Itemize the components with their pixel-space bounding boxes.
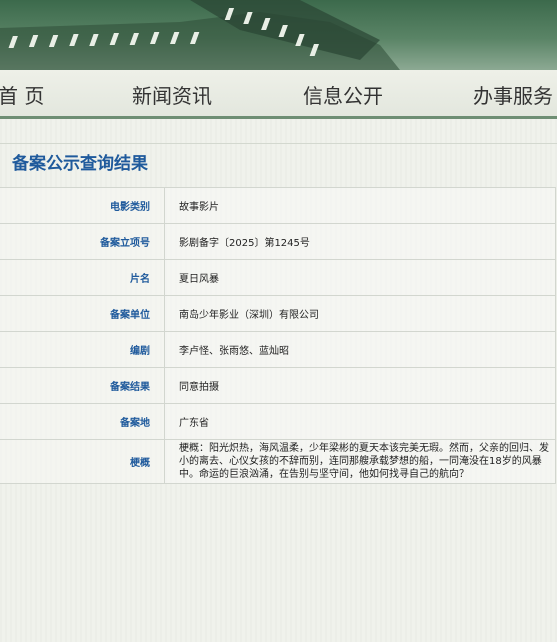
table-row: 电影类别 故事影片 xyxy=(0,187,556,224)
header-banner xyxy=(0,0,557,70)
row-value: 夏日风暴 xyxy=(164,259,556,296)
filing-record-table: 电影类别 故事影片 备案立项号 影剧备字〔2025〕第1245号 片名 夏日风暴… xyxy=(0,187,556,484)
table-row: 备案地 广东省 xyxy=(0,403,556,440)
main-nav: 首 页 新闻资讯 信息公开 办事服务 xyxy=(0,70,557,119)
row-label: 电影类别 xyxy=(0,187,165,224)
nav-item-news[interactable]: 新闻资讯 xyxy=(132,80,212,109)
row-value: 李卢怪、张雨悠、蓝灿昭 xyxy=(164,331,556,368)
row-value: 影剧备字〔2025〕第1245号 xyxy=(164,223,556,260)
row-value: 广东省 xyxy=(164,403,556,440)
title-divider xyxy=(0,143,557,144)
nav-item-services[interactable]: 办事服务 xyxy=(473,80,553,109)
row-label: 备案地 xyxy=(0,403,165,440)
row-label: 梗概 xyxy=(0,439,165,484)
synopsis-text: 梗概：阳光炽热，海风温柔，少年梁彬的夏天本该完美无瑕。然而，父亲的回归、发小的离… xyxy=(164,439,556,484)
table-row: 备案单位 南岛少年影业（深圳）有限公司 xyxy=(0,295,556,332)
nav-item-info-disclosure[interactable]: 信息公开 xyxy=(303,80,383,109)
table-row: 编剧 李卢怪、张雨悠、蓝灿昭 xyxy=(0,331,556,368)
row-label: 编剧 xyxy=(0,331,165,368)
table-row: 备案结果 同意拍摄 xyxy=(0,367,556,404)
nav-item-home[interactable]: 首 页 xyxy=(0,80,44,109)
row-value: 南岛少年影业（深圳）有限公司 xyxy=(164,295,556,332)
table-row: 片名 夏日风暴 xyxy=(0,259,556,296)
row-label: 备案结果 xyxy=(0,367,165,404)
table-row: 梗概 梗概：阳光炽热，海风温柔，少年梁彬的夏天本该完美无瑕。然而，父亲的回归、发… xyxy=(0,439,556,484)
film-strip-decoration xyxy=(0,0,400,70)
table-row: 备案立项号 影剧备字〔2025〕第1245号 xyxy=(0,223,556,260)
row-value: 故事影片 xyxy=(164,187,556,224)
row-label: 片名 xyxy=(0,259,165,296)
content-area: 备案公示查询结果 电影类别 故事影片 备案立项号 影剧备字〔2025〕第1245… xyxy=(0,119,557,642)
row-label: 备案立项号 xyxy=(0,223,165,260)
row-label: 备案单位 xyxy=(0,295,165,332)
page-title: 备案公示查询结果 xyxy=(12,154,148,174)
row-value: 同意拍摄 xyxy=(164,367,556,404)
